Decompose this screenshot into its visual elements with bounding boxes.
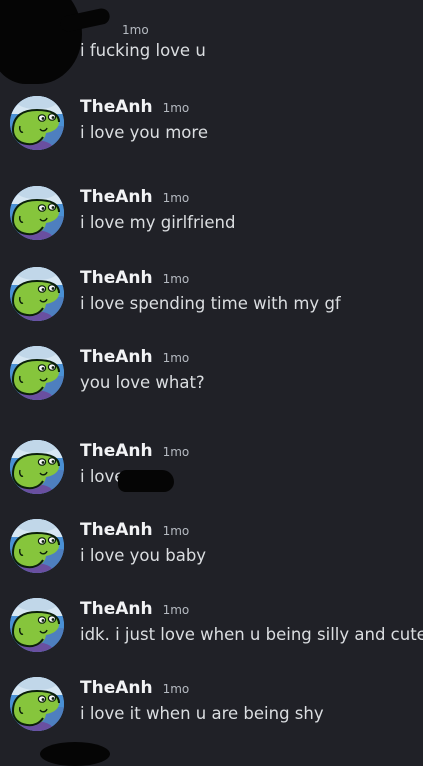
- green-frog-icon: [10, 346, 64, 400]
- message-timestamp[interactable]: 1mo: [163, 101, 190, 115]
- message-text: i love you baby: [80, 546, 207, 565]
- message-author[interactable]: TheAnh: [80, 520, 153, 540]
- message-header: TheAnh 1mo: [80, 346, 189, 369]
- message-timestamp[interactable]: 1mo: [163, 445, 190, 459]
- message-header: TheAnh 1mo: [80, 440, 189, 463]
- message-timestamp[interactable]: 1mo: [163, 272, 190, 286]
- avatar[interactable]: [10, 267, 64, 321]
- avatar[interactable]: [10, 598, 64, 652]
- green-frog-icon: [10, 519, 64, 573]
- message-header: TheAnh 1mo: [80, 519, 189, 542]
- avatar[interactable]: [10, 677, 64, 731]
- message-item[interactable]: TheAnh 1mo i love my girlfriend: [0, 186, 423, 246]
- message-author[interactable]: TheAnh: [80, 599, 153, 619]
- message-timestamp[interactable]: 1mo: [163, 524, 190, 538]
- message-author[interactable]: TheAnh: [80, 678, 153, 698]
- message-item[interactable]: TheAnh 1mo i love spending time with my g…: [0, 267, 423, 327]
- avatar[interactable]: [10, 519, 64, 573]
- message-item[interactable]: TheAnh 1mo i love you more: [0, 96, 423, 156]
- message-author[interactable]: TheAnh: [80, 97, 153, 117]
- message-author[interactable]: TheAnh: [80, 441, 153, 461]
- message-text: i love it when u are being shy: [80, 704, 324, 723]
- message-author[interactable]: TheAnh: [80, 268, 153, 288]
- green-frog-icon: [10, 677, 64, 731]
- message-text: i fucking love u: [80, 41, 206, 60]
- message-author[interactable]: TheAnh: [80, 187, 153, 207]
- avatar[interactable]: [10, 96, 64, 150]
- avatar[interactable]: [10, 186, 64, 240]
- message-header: TheAnh 1mo: [80, 598, 189, 621]
- message-item[interactable]: TheAnh 1mo i love you baby: [0, 519, 423, 579]
- redaction-scribble: [40, 742, 110, 766]
- message-timestamp[interactable]: 1mo: [163, 603, 190, 617]
- message-text: i love my girlfriend: [80, 213, 236, 232]
- message-text: you love what?: [80, 373, 205, 392]
- avatar[interactable]: [10, 346, 64, 400]
- green-frog-icon: [10, 96, 64, 150]
- message-header: TheAnh 1mo: [80, 677, 189, 700]
- message-thread: 1mo i fucking love u TheAnh 1mo i love yo…: [0, 0, 423, 766]
- redaction-scribble: [118, 470, 174, 492]
- message-header: TheAnh 1mo: [80, 96, 189, 119]
- green-frog-icon: [10, 186, 64, 240]
- message-item[interactable]: TheAnh 1mo i love it when u are being shy: [0, 677, 423, 737]
- message-item[interactable]: TheAnh 1mo idk. i just love when u being …: [0, 598, 423, 658]
- message-text: i love spending time with my gf: [80, 294, 341, 313]
- message-header: TheAnh 1mo: [80, 186, 189, 209]
- green-frog-icon: [10, 598, 64, 652]
- avatar[interactable]: [10, 440, 64, 494]
- message-author[interactable]: TheAnh: [80, 347, 153, 367]
- message-header: 1mo: [122, 18, 149, 41]
- message-header: TheAnh 1mo: [80, 267, 189, 290]
- message-timestamp[interactable]: 1mo: [163, 351, 190, 365]
- message-timestamp[interactable]: 1mo: [163, 191, 190, 205]
- message-text: i love you more: [80, 123, 208, 142]
- message-text: idk. i just love when u being silly and …: [80, 625, 423, 644]
- message-item[interactable]: TheAnh 1mo i love u: [0, 440, 423, 500]
- message-item[interactable]: TheAnh 1mo you love what?: [0, 346, 423, 406]
- green-frog-icon: [10, 267, 64, 321]
- message-timestamp[interactable]: 1mo: [122, 23, 149, 37]
- message-timestamp[interactable]: 1mo: [163, 682, 190, 696]
- green-frog-icon: [10, 440, 64, 494]
